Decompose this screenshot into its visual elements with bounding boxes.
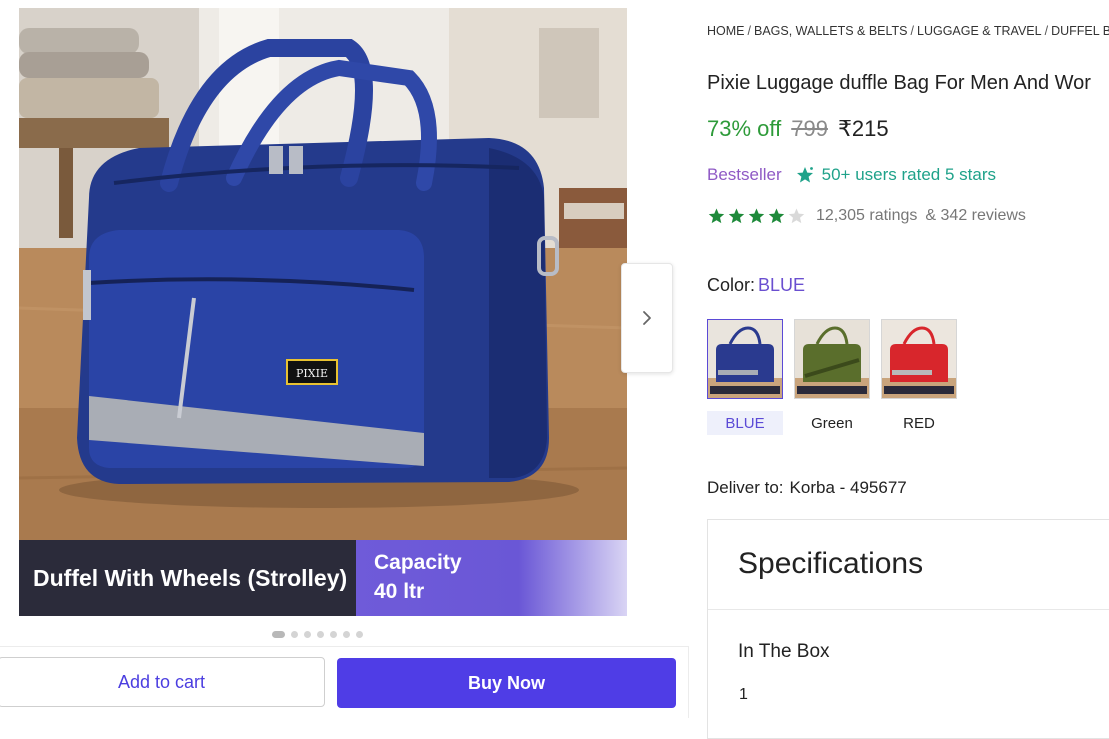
breadcrumb-luggage[interactable]: LUGGAGE & TRAVEL (917, 24, 1042, 38)
gallery-pagination (272, 630, 363, 638)
buy-now-button[interactable]: Buy Now (337, 658, 676, 708)
pagination-dot[interactable] (272, 630, 285, 638)
color-selector-label: Color: BLUE (707, 275, 805, 296)
divider (708, 609, 1109, 610)
users-rated-text: 50+ users rated 5 stars (821, 165, 996, 184)
delivery-location[interactable]: Deliver to: Korba - 495677 (707, 478, 907, 498)
color-name-green[interactable]: Green (794, 411, 870, 435)
specifications-title: Specifications (738, 547, 924, 580)
product-title: Pixie Luggage duffle Bag For Men And Wor (707, 72, 1091, 94)
breadcrumb-bags[interactable]: BAGS, WALLETS & BELTS (754, 24, 908, 38)
bag-thumbnail (708, 320, 782, 398)
color-swatch-red[interactable] (881, 319, 957, 399)
bestseller-badge: Bestseller (707, 165, 782, 184)
star-filled-icon (708, 208, 725, 224)
rating-row[interactable]: 12,305 ratings & 342 reviews (707, 207, 1026, 225)
product-image-gallery[interactable]: PIXIE Duffel With Wheels (Strolley) Capa… (19, 8, 627, 616)
pagination-dot[interactable] (356, 630, 363, 638)
breadcrumb-home[interactable]: HOME (707, 24, 745, 38)
spec-value-in-the-box: 1 (739, 686, 748, 703)
star-filled-icon (728, 208, 745, 224)
pagination-dot[interactable] (317, 630, 324, 638)
pagination-dot[interactable] (330, 630, 337, 638)
star-filled-icon (748, 208, 765, 224)
add-to-cart-button[interactable]: Add to cart (0, 657, 325, 707)
reviews-count: & 342 reviews (925, 207, 1026, 224)
color-label: Color: (707, 275, 756, 295)
chevron-right-icon (643, 311, 651, 325)
capacity-banner: Capacity 40 ltr (356, 540, 627, 616)
color-name-blue[interactable]: BLUE (707, 411, 783, 435)
badge-row: Bestseller 50+ users rated 5 stars (707, 165, 996, 185)
feature-banner: Duffel With Wheels (Strolley) (19, 540, 356, 616)
breadcrumb-duffel[interactable]: DUFFEL B (1051, 24, 1109, 38)
pagination-dot[interactable] (343, 630, 350, 638)
sparkle-star-icon (795, 165, 815, 185)
color-name-red[interactable]: RED (881, 411, 957, 435)
delivery-pincode: Korba - 495677 (789, 478, 907, 497)
pagination-dot[interactable] (291, 630, 298, 638)
selling-price: ₹215 (837, 116, 889, 141)
price-row: 73% off 799 ₹215 (707, 116, 889, 142)
mrp-price: 799 (791, 116, 828, 141)
bag-thumbnail (882, 320, 956, 398)
ratings-count: 12,305 ratings (816, 207, 918, 224)
bag-thumbnail (795, 320, 869, 398)
star-rating (707, 207, 806, 225)
color-swatch-green[interactable] (794, 319, 870, 399)
pagination-dot[interactable] (304, 630, 311, 638)
color-swatch-blue[interactable] (707, 319, 783, 399)
breadcrumb: HOME / BAGS, WALLETS & BELTS / LUGGAGE & TRA… (707, 24, 1109, 38)
selected-color: BLUE (758, 275, 806, 295)
capacity-value: 40 ltr (374, 580, 425, 603)
next-image-button[interactable] (621, 263, 673, 373)
product-image: PIXIE (19, 8, 627, 616)
deliver-to-label: Deliver to: (707, 478, 784, 497)
brand-label: PIXIE (296, 367, 328, 380)
discount-label: 73% off (707, 116, 782, 141)
star-filled-icon (768, 208, 785, 224)
star-empty-icon (788, 208, 805, 224)
spec-key-in-the-box: In The Box (738, 641, 830, 662)
capacity-label: Capacity (374, 551, 462, 574)
